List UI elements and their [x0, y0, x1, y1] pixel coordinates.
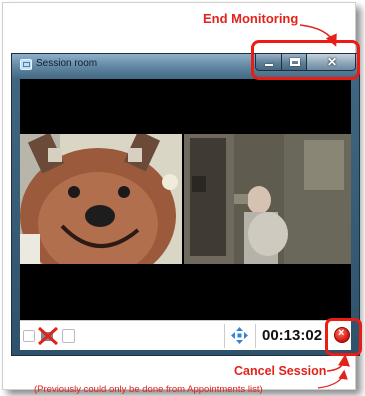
self-video-image [184, 134, 351, 264]
title-bar[interactable]: Session room ✕ [12, 54, 359, 76]
end-monitoring-callout: End Monitoring [203, 11, 299, 26]
previously-note-callout: (Previously could only be done from Appo… [34, 384, 263, 395]
maximize-icon [290, 58, 300, 66]
session-toolbar: 00:13:02 × [20, 320, 351, 350]
toolbar-divider [255, 324, 256, 348]
session-room-window: Session room ✕ 00:13:02 × [11, 53, 360, 356]
video-area [20, 79, 351, 320]
minimize-button[interactable] [255, 54, 282, 71]
lock-icon[interactable] [62, 329, 75, 343]
window-controls: ✕ [255, 54, 358, 73]
remote-video-image [20, 134, 182, 264]
microphone-muted-icon[interactable] [23, 330, 35, 342]
cancel-session-icon: × [338, 327, 345, 339]
self-video-feed [184, 134, 351, 264]
remote-video-feed [20, 134, 182, 264]
close-button[interactable]: ✕ [306, 54, 356, 71]
session-timer: 00:13:02 [262, 327, 323, 344]
video-disabled-icon[interactable] [37, 326, 59, 346]
close-icon: ✕ [327, 55, 338, 69]
window-title: Session room [36, 58, 98, 69]
minimize-icon [265, 64, 273, 66]
cancel-session-callout: Cancel Session [234, 364, 327, 378]
cancel-session-button[interactable]: × [334, 327, 350, 343]
maximize-button[interactable] [281, 54, 307, 71]
toolbar-divider [224, 324, 225, 348]
app-window-icon [20, 59, 32, 70]
move-arrows-icon[interactable] [231, 327, 248, 344]
